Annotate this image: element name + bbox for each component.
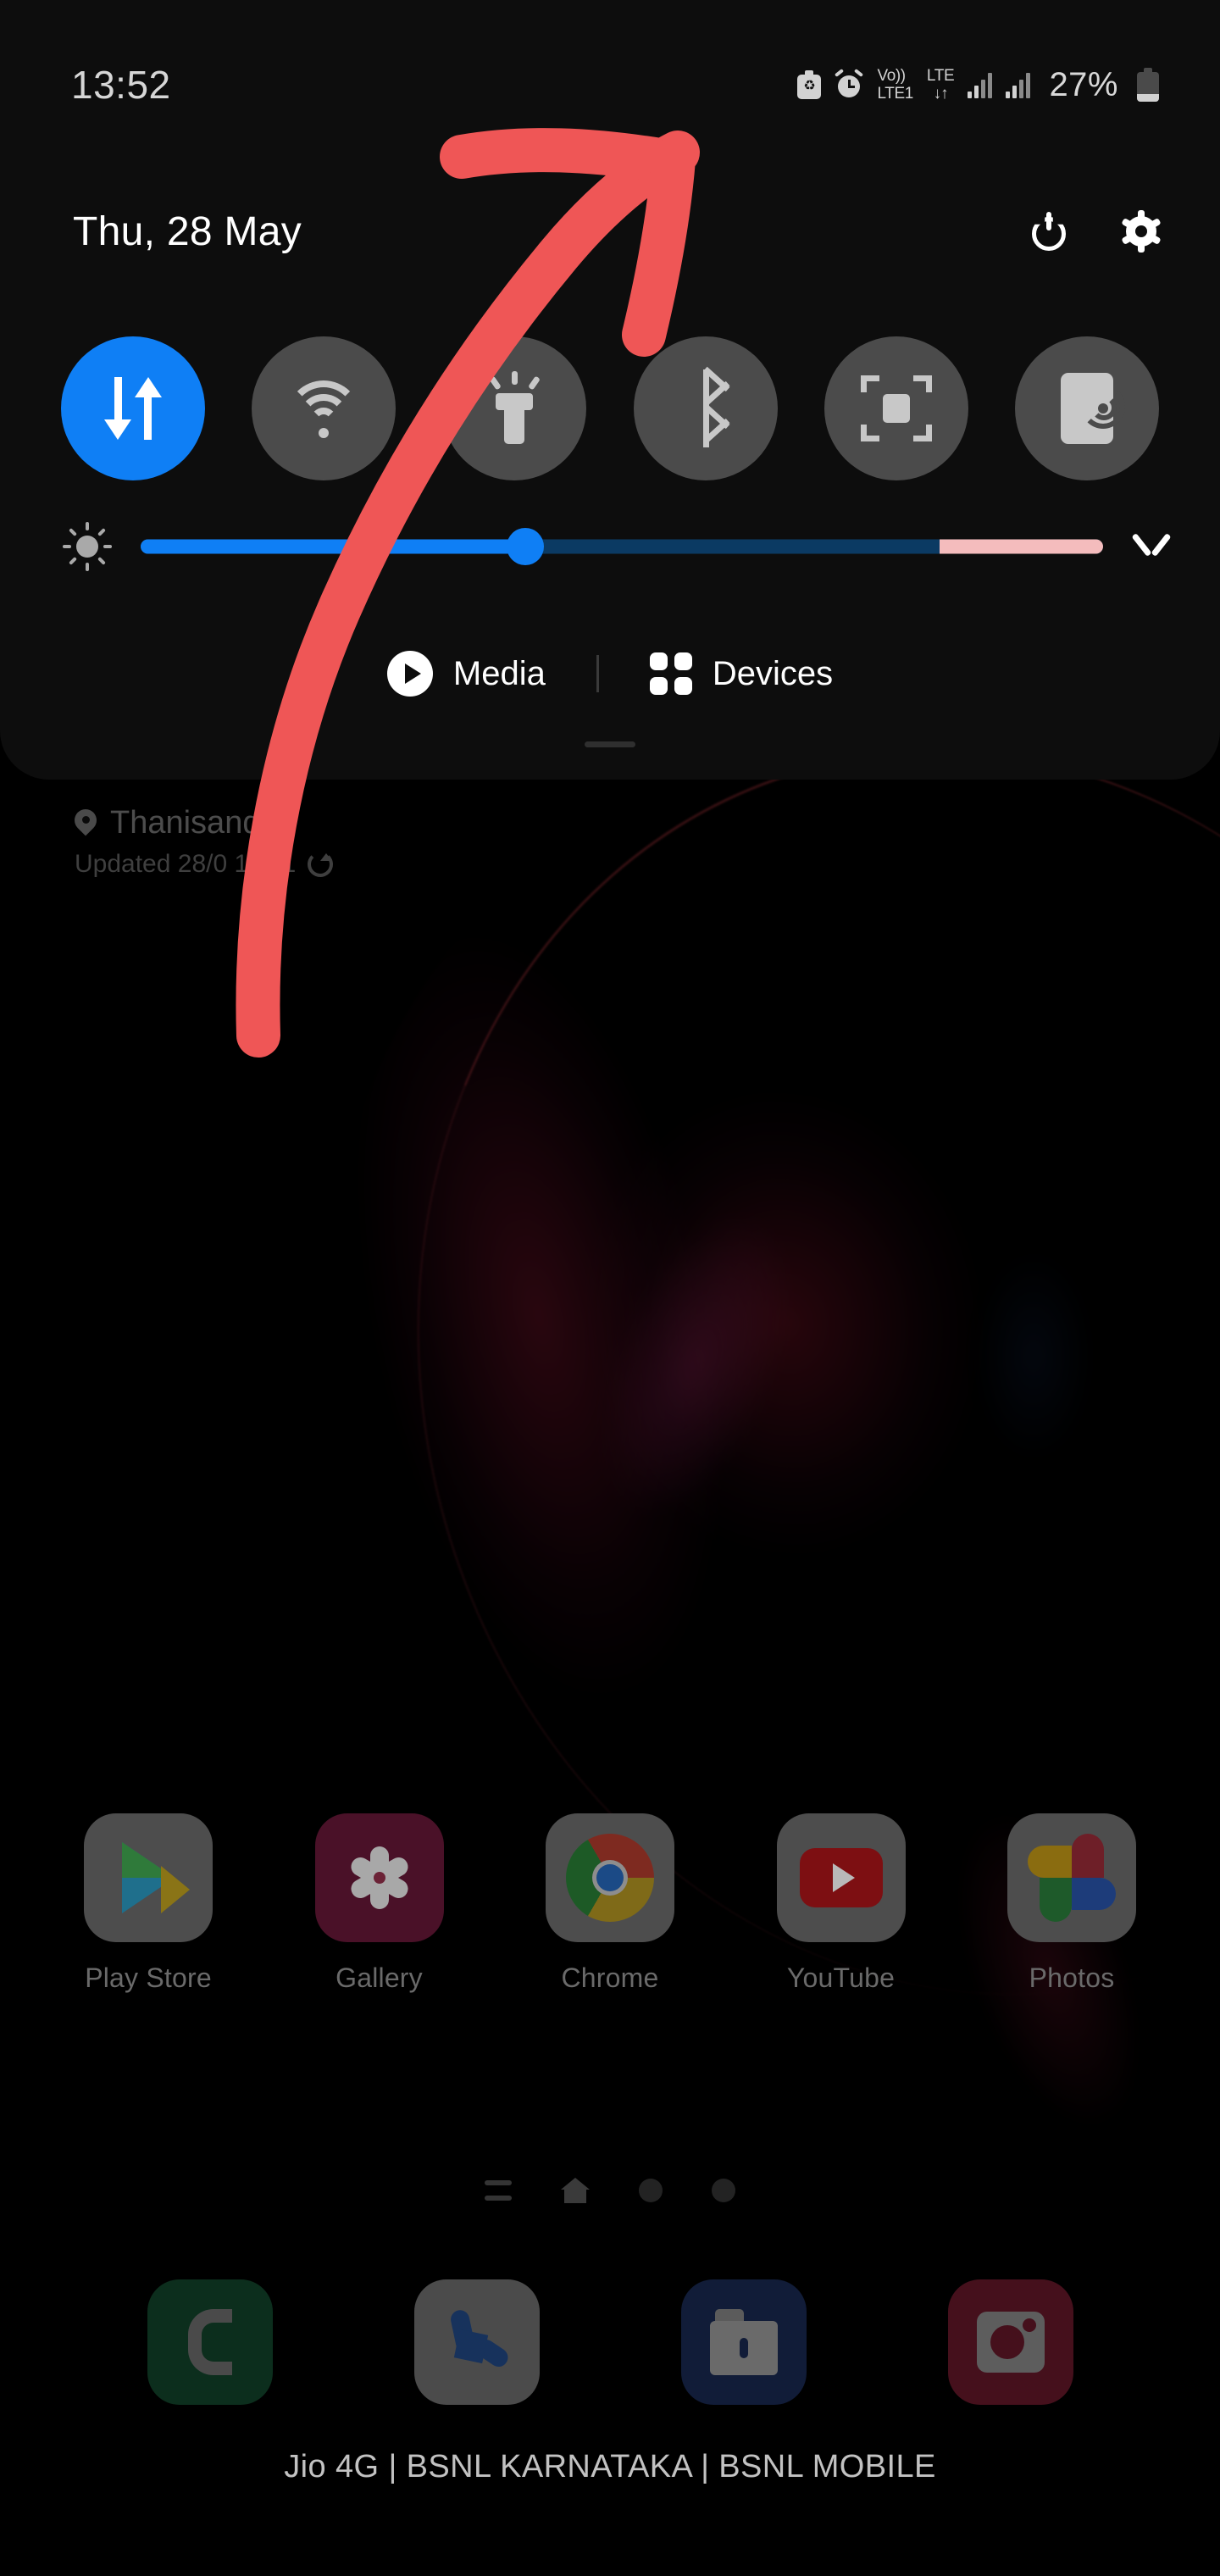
devices-button[interactable]: Devices [649, 652, 834, 695]
wifi-icon [286, 380, 361, 438]
brightness-slider[interactable] [141, 528, 1103, 565]
app-youtube[interactable]: YouTube [744, 1813, 939, 1994]
weather-location-row: Thanisandra [69, 804, 333, 841]
lte-data-icon: LTE ↓↑ [927, 68, 955, 102]
dock-item-secure-folder[interactable] [680, 2279, 807, 2405]
flashlight-icon [484, 371, 545, 446]
dock-item-phone[interactable] [413, 2279, 540, 2405]
battery-saver-icon: ♻ [797, 70, 822, 99]
gallery-icon [314, 1813, 444, 1942]
app-chrome[interactable]: Chrome [513, 1813, 707, 1994]
apps-list-icon[interactable] [485, 2180, 512, 2201]
refresh-icon[interactable] [308, 852, 334, 877]
youtube-icon [776, 1813, 906, 1942]
toggle-smart-view[interactable] [801, 336, 991, 480]
carrier-label: Jio 4G | BSNL KARNATAKA | BSNL MOBILE [284, 2449, 936, 2484]
volte-line1: Vo)) [877, 67, 906, 85]
weather-city-label: Thanisandra [110, 805, 290, 841]
media-label: Media [452, 654, 546, 692]
brightness-icon [63, 522, 112, 571]
app-icon-row: Play Store Gallery Chrome YouTube Photos [0, 1813, 1220, 1994]
toggle-flashlight[interactable] [419, 336, 610, 480]
volte-line2: LTE1 [877, 85, 913, 103]
dock [0, 2279, 1220, 2405]
app-label: YouTube [786, 1963, 896, 1993]
power-icon[interactable] [1032, 212, 1069, 251]
media-button[interactable]: Media [386, 651, 546, 697]
chrome-icon [546, 1813, 674, 1942]
data-arrows: ↓↑ [933, 85, 949, 103]
photos-icon [1007, 1813, 1136, 1942]
lte-label: LTE [926, 67, 955, 85]
status-clock: 13:52 [71, 63, 171, 107]
toggle-bluetooth[interactable] [610, 336, 801, 480]
app-label: Gallery [336, 1963, 423, 1993]
app-label: Play Store [85, 1963, 212, 1993]
play-icon [386, 651, 433, 697]
quick-panel-header: Thu, 28 May [0, 185, 1220, 278]
battery-icon [1137, 68, 1159, 102]
brightness-slider-fill [141, 539, 526, 554]
dock-item-camera[interactable] [947, 2279, 1073, 2405]
devices-label: Devices [712, 654, 834, 692]
home-icon[interactable] [561, 2178, 590, 2203]
dock-item-contacts[interactable] [147, 2279, 273, 2405]
app-label: Photos [1029, 1963, 1115, 1993]
quick-panel-date: Thu, 28 May [73, 208, 302, 254]
weather-widget[interactable]: Thanisandra Updated 28/0 11:21 [69, 804, 334, 879]
status-icons: ♻ Vo)) LTE1 LTE ↓↑ 27% [797, 66, 1159, 104]
app-gallery[interactable]: Gallery [282, 1813, 477, 1994]
volte-icon: Vo)) LTE1 [877, 67, 913, 103]
mobile-data-icon [101, 372, 165, 445]
media-devices-row: Media Devices [0, 631, 1220, 716]
weather-updated-label: Updated 28/0 11:21 [75, 850, 297, 878]
battery-percent-label: 27% [1049, 65, 1118, 103]
phone-screen: Thanisandra Updated 28/0 11:21 Play Stor… [0, 0, 1220, 2576]
app-label: Chrome [561, 1963, 659, 1993]
signal-sim2-icon [1006, 71, 1031, 98]
page-dot[interactable] [639, 2179, 663, 2202]
brightness-slider-end-segment [939, 539, 1103, 554]
alarm-icon [835, 69, 864, 99]
brightness-row [0, 504, 1220, 589]
quick-panel-header-actions [1032, 210, 1162, 253]
nfc-icon [1061, 373, 1126, 444]
chevron-down-icon[interactable] [1128, 524, 1174, 569]
play-store-icon [84, 1813, 213, 1942]
quick-settings-toggles [0, 332, 1220, 485]
page-dot[interactable] [712, 2179, 735, 2202]
page-indicator [0, 2161, 1220, 2220]
toggle-nfc[interactable] [992, 336, 1183, 480]
gear-icon[interactable] [1121, 210, 1162, 253]
signal-sim1-icon [968, 71, 993, 98]
divider [596, 655, 599, 692]
app-photos[interactable]: Photos [974, 1813, 1169, 1994]
location-pin-icon [69, 804, 102, 838]
status-bar: 13:52 ♻ Vo)) LTE1 LTE ↓↑ 27% [0, 0, 1220, 169]
bluetooth-icon [680, 366, 731, 447]
weather-updated-row: Updated 28/0 11:21 [75, 850, 334, 879]
app-play-store[interactable]: Play Store [51, 1813, 246, 1994]
panel-drag-handle[interactable] [585, 741, 635, 747]
smart-view-icon [860, 375, 932, 441]
toggle-wifi[interactable] [228, 336, 419, 480]
brightness-slider-thumb[interactable] [507, 528, 545, 565]
toggle-mobile-data[interactable] [37, 336, 228, 480]
devices-grid-icon [649, 652, 692, 695]
